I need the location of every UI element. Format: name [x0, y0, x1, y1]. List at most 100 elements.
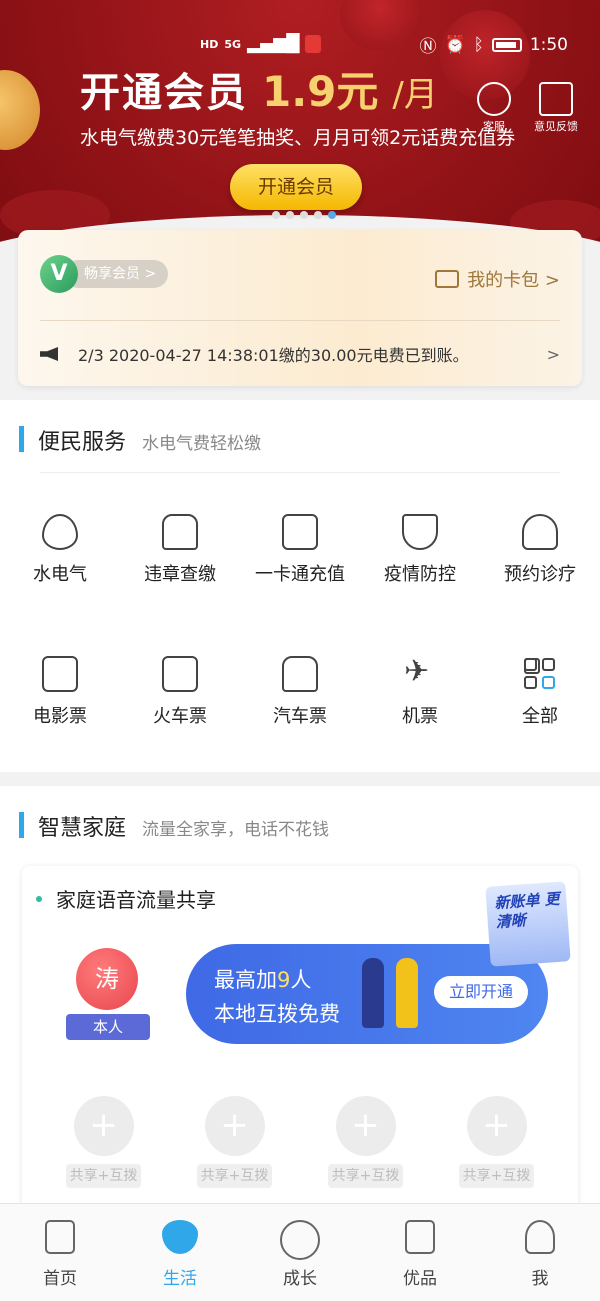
tab-label: 生活	[163, 1269, 197, 1289]
customer-service-label: 客服	[483, 120, 505, 133]
sprout-icon	[280, 1220, 320, 1260]
status-bar: HD 5G ▂▄▆█ Ⓝ ⏰ ᛒ 1:50	[0, 30, 600, 58]
service-medical-appointment[interactable]: 预约诊疗	[480, 514, 600, 586]
feedback-button[interactable]: 意见反馈	[524, 82, 588, 134]
service-air-ticket[interactable]: 机票	[360, 654, 480, 728]
add-member-slot[interactable]: + 共享+互拨	[190, 1096, 280, 1188]
chevron-right-icon: >	[144, 266, 157, 282]
new-bill-badge[interactable]: 新账单 更清晰	[485, 881, 571, 967]
alarm-icon: ⏰	[444, 34, 466, 55]
carousel-dot[interactable]	[286, 211, 294, 219]
promo-title: 开通会员 1.9元 /月	[80, 58, 438, 119]
tab-mall[interactable]: 优品	[360, 1204, 480, 1301]
section-header: 智慧家庭 流量全家享，电话不花钱	[19, 810, 329, 842]
card-wallet-link[interactable]: 我的卡包 >	[435, 266, 560, 292]
member-badge[interactable]: V 畅享会员 >	[40, 255, 169, 293]
service-label: 机票	[402, 706, 438, 727]
promo-price: 1.9元	[262, 67, 379, 116]
service-label: 违章查缴	[144, 564, 216, 585]
add-member-slot[interactable]: + 共享+互拨	[452, 1096, 542, 1188]
bus-card-icon	[282, 514, 318, 550]
service-all[interactable]: 全部	[480, 656, 600, 728]
card-wallet-label: 我的卡包 >	[467, 270, 560, 291]
speaker-icon	[40, 347, 58, 361]
mic-icon	[305, 35, 322, 53]
tab-label: 我	[531, 1269, 549, 1289]
customer-service-button[interactable]: 客服	[462, 82, 526, 134]
section-title: 便民服务	[38, 430, 127, 455]
service-movie-ticket[interactable]: 电影票	[0, 656, 120, 728]
carousel-dot[interactable]	[300, 211, 308, 219]
plus-icon: +	[466, 1096, 527, 1156]
carousel-dot[interactable]	[272, 211, 280, 219]
service-label: 电影票	[33, 706, 87, 727]
person-icon	[525, 1220, 555, 1254]
self-tag: 本人	[66, 1014, 150, 1040]
battery-icon	[491, 37, 522, 52]
promo-highlight-number: 9	[277, 968, 291, 992]
section-subtitle: 水电气费轻松缴	[142, 434, 262, 454]
add-member-slot[interactable]: + 共享+互拨	[59, 1096, 149, 1188]
open-membership-button[interactable]: 开通会员	[230, 164, 362, 210]
family-share-card: 家庭语音流量共享 涛 本人 最高加9人 本地互拨免费 立即开通 新账单 更清晰 …	[22, 866, 578, 1226]
service-label: 汽车票	[273, 706, 327, 727]
service-label: 火车票	[153, 706, 207, 727]
carousel-dot-active[interactable]	[328, 211, 336, 219]
plus-icon: +	[204, 1096, 265, 1156]
car-search-icon	[162, 514, 198, 550]
slot-label: 共享+互拨	[458, 1164, 535, 1188]
bluetooth-icon: ᛒ	[473, 34, 484, 55]
notice-text: 2/3 2020-04-27 14:38:01缴的30.00元电费已到账。	[78, 346, 469, 365]
open-now-button[interactable]: 立即开通	[434, 976, 528, 1008]
tab-home[interactable]: 首页	[0, 1204, 120, 1301]
service-transit-card[interactable]: 一卡通充值	[240, 514, 360, 586]
convenience-services-section: 便民服务 水电气费轻松缴 水电气 违章查缴 一卡通充值 疫情防控 预约诊疗 电影…	[0, 400, 600, 772]
service-label: 预约诊疗	[504, 564, 576, 585]
bullet-dot	[36, 895, 42, 902]
tab-growth[interactable]: 成长	[240, 1204, 360, 1301]
5g-indicator: 5G	[224, 37, 242, 51]
plane-icon	[402, 654, 438, 692]
section-accent-bar	[19, 426, 24, 452]
add-member-slot[interactable]: + 共享+互拨	[321, 1096, 411, 1188]
water-drop-icon	[42, 514, 78, 550]
tab-me[interactable]: 我	[480, 1204, 600, 1301]
service-label: 全部	[522, 706, 558, 727]
heart-home-icon	[162, 1220, 198, 1254]
member-card: V 畅享会员 > 我的卡包 > 2/3 2020-04-27 14:38:01缴…	[18, 230, 582, 386]
tab-label: 优品	[403, 1269, 437, 1289]
service-bus-ticket[interactable]: 汽车票	[240, 656, 360, 728]
service-train-ticket[interactable]: 火车票	[120, 656, 240, 728]
payment-notice[interactable]: 2/3 2020-04-27 14:38:01缴的30.00元电费已到账。 >	[40, 342, 560, 366]
ticket-icon	[42, 656, 78, 692]
coin-decoration	[0, 70, 40, 150]
carousel-indicator[interactable]	[272, 211, 336, 219]
divider	[40, 320, 560, 321]
tab-life[interactable]: 生活	[120, 1204, 240, 1301]
member-logo-icon: V	[40, 255, 78, 293]
service-traffic-violation[interactable]: 违章查缴	[120, 514, 240, 586]
person-illustration	[362, 958, 384, 1028]
member-badge-label: 畅享会员	[84, 266, 140, 282]
family-card-title: 家庭语音流量共享	[36, 884, 216, 913]
service-label: 一卡通充值	[255, 564, 345, 585]
shield-virus-icon	[402, 514, 438, 550]
section-header: 便民服务 水电气费轻松缴	[19, 424, 262, 456]
service-grid-row-1: 水电气 违章查缴 一卡通充值 疫情防控 预约诊疗	[0, 514, 600, 586]
avatar[interactable]: 涛	[76, 948, 138, 1010]
feedback-label: 意见反馈	[534, 120, 578, 133]
promo-line-2: 本地互拨免费	[214, 1002, 340, 1026]
service-epidemic-control[interactable]: 疫情防控	[360, 514, 480, 586]
service-grid-row-2: 电影票 火车票 汽车票 机票 全部	[0, 654, 600, 728]
card-icon	[435, 270, 460, 288]
slot-label: 共享+互拨	[327, 1164, 404, 1188]
family-card-title-text: 家庭语音流量共享	[56, 888, 216, 912]
nfc-icon: Ⓝ	[419, 37, 437, 57]
section-accent-bar	[19, 812, 24, 838]
hd-indicator: HD	[200, 37, 219, 51]
service-utilities[interactable]: 水电气	[0, 514, 120, 586]
carousel-dot[interactable]	[314, 211, 322, 219]
doctor-icon	[522, 514, 558, 550]
feedback-icon	[539, 82, 573, 116]
promo-title-text: 开通会员	[80, 70, 248, 116]
